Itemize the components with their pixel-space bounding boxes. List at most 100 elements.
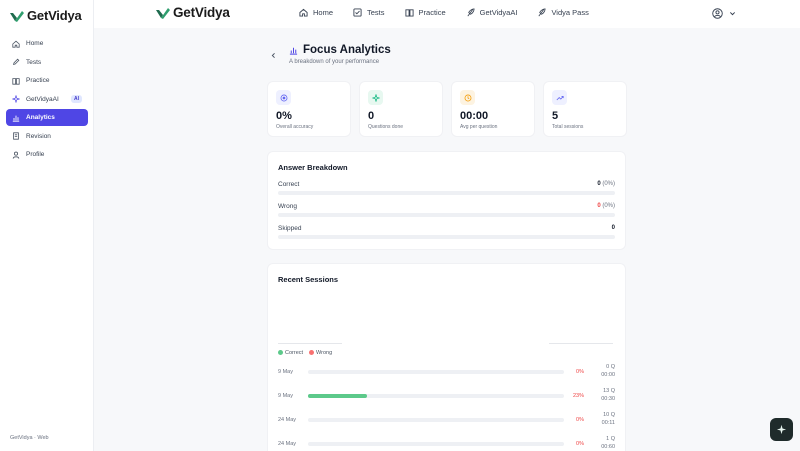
answer-breakdown-card: Answer Breakdown Correct 0 (0%) Wrong 0 … xyxy=(267,151,626,250)
legend-wrong: Wrong xyxy=(309,350,332,356)
card-title: Recent Sessions xyxy=(278,275,339,284)
home-icon xyxy=(11,39,20,48)
session-row[interactable]: 24 May 0% 10 Q 00:11 xyxy=(278,411,615,431)
bar-chart-icon xyxy=(11,113,20,122)
book-icon xyxy=(404,9,414,17)
topnav-home[interactable]: Home xyxy=(299,8,333,17)
stat-label: Questions done xyxy=(368,124,404,130)
page-title: Focus Analytics xyxy=(303,44,391,56)
topnav-label: Practice xyxy=(418,8,446,17)
session-bar xyxy=(308,442,564,446)
session-row[interactable]: 24 May 0% 1 Q 00:60 xyxy=(278,435,615,451)
stat-card-accuracy: 0% Overall accuracy xyxy=(267,81,351,137)
top-nav-links: Home Tests Practice GetVidyaAI Vidya Pas… xyxy=(299,8,609,17)
stat-value: 5 xyxy=(552,110,559,122)
user-icon xyxy=(11,150,20,159)
user-menu[interactable] xyxy=(712,8,736,19)
session-bar-fill xyxy=(308,394,367,398)
back-button[interactable] xyxy=(270,51,277,61)
stat-label: Avg per question xyxy=(460,124,498,130)
session-row[interactable]: 9 May 0% 0 Q 00:00 xyxy=(278,363,615,383)
session-questions: 1 Q xyxy=(606,436,615,442)
top-navbar: GetVidya Home Tests Practice GetVidyaAI … xyxy=(94,0,800,28)
sparkle-icon xyxy=(11,95,20,104)
stat-value: 0 xyxy=(368,110,375,122)
session-date: 9 May xyxy=(278,369,293,375)
session-meta: 0 Q 00:00 xyxy=(585,364,615,379)
session-pct: 0% xyxy=(576,369,584,375)
stat-card-questions: 0 Questions done xyxy=(359,81,443,137)
divider xyxy=(549,343,613,344)
breakdown-row-wrong: Wrong 0 (0%) xyxy=(278,203,615,223)
sidebar-item-home[interactable]: Home xyxy=(6,35,88,52)
breakdown-pct: (0%) xyxy=(602,203,615,209)
topnav-vidya-pass[interactable]: Vidya Pass xyxy=(537,8,589,17)
topnav-getvidyaai[interactable]: GetVidyaAI xyxy=(466,8,517,17)
stat-label: Overall accuracy xyxy=(276,124,314,130)
session-meta: 10 Q 00:11 xyxy=(585,412,615,427)
page-header: Focus Analytics xyxy=(289,44,391,56)
breakdown-label: Wrong xyxy=(278,203,298,210)
breakdown-label: Correct xyxy=(278,181,300,188)
topnav-tests[interactable]: Tests xyxy=(353,8,385,17)
breakdown-bar xyxy=(278,235,615,239)
sidebar-item-getvidyaai[interactable]: GetVidyaAI AI xyxy=(6,91,88,108)
checklist-icon xyxy=(353,8,362,17)
sidebar-item-profile[interactable]: Profile xyxy=(6,146,88,163)
trend-icon xyxy=(552,90,567,105)
topnav-label: Vidya Pass xyxy=(551,8,589,17)
page-subtitle: A breakdown of your performance xyxy=(289,59,380,65)
breakdown-row-skipped: Skipped 0 xyxy=(278,225,615,245)
breakdown-bar xyxy=(278,213,615,217)
recent-sessions-card: Recent Sessions Correct Wrong 9 May 0% 0 Q… xyxy=(267,263,626,451)
sidebar-footer: GetVidya · Web xyxy=(10,435,49,441)
ai-assistant-button[interactable] xyxy=(770,418,793,441)
sidebar-item-label: Revision xyxy=(26,132,51,140)
sidebar-item-label: Home xyxy=(26,40,44,47)
logo-icon xyxy=(10,10,24,22)
divider xyxy=(278,343,342,344)
clock-icon xyxy=(460,90,475,105)
document-icon xyxy=(11,132,20,141)
feather-icon xyxy=(538,8,546,17)
sidebar-item-label: Analytics xyxy=(26,114,55,121)
ai-badge: AI xyxy=(71,95,82,103)
session-meta: 1 Q 00:60 xyxy=(585,436,615,451)
sidebar-nav: Home Tests Practice GetVidyaAI AI Analyt… xyxy=(6,35,88,165)
session-time: 00:30 xyxy=(601,395,615,402)
sidebar-logo[interactable]: GetVidya xyxy=(10,8,82,23)
user-circle-icon xyxy=(712,8,723,19)
stat-card-avg-time: 00:00 Avg per question xyxy=(451,81,535,137)
legend-correct: Correct xyxy=(278,350,303,356)
logo-icon xyxy=(156,7,170,19)
feather-icon xyxy=(467,8,475,17)
session-date: 24 May xyxy=(278,441,297,447)
breakdown-count: 0 xyxy=(611,225,615,231)
breakdown-bar xyxy=(278,191,615,195)
topnav-practice[interactable]: Practice xyxy=(404,8,446,17)
sidebar-item-analytics[interactable]: Analytics xyxy=(6,109,88,126)
session-pct: 0% xyxy=(576,441,584,447)
book-icon xyxy=(11,76,20,85)
sparkle-icon xyxy=(368,90,383,105)
sidebar-item-practice[interactable]: Practice xyxy=(6,72,88,89)
sidebar-item-tests[interactable]: Tests xyxy=(6,54,88,71)
breakdown-value: 0 xyxy=(612,225,615,231)
breakdown-label: Skipped xyxy=(278,225,302,232)
top-logo[interactable]: GetVidya xyxy=(156,5,230,20)
session-time: 00:60 xyxy=(601,443,615,450)
session-row[interactable]: 9 May 23% 13 Q 00:30 xyxy=(278,387,615,407)
session-date: 9 May xyxy=(278,393,293,399)
session-date: 24 May xyxy=(278,417,297,423)
sidebar-item-label: Practice xyxy=(26,77,50,84)
sidebar-item-label: GetVidyaAI xyxy=(26,95,59,103)
sparkle-icon xyxy=(776,424,787,435)
session-time: 00:11 xyxy=(601,419,615,426)
breakdown-row-correct: Correct 0 (0%) xyxy=(278,181,615,201)
home-icon xyxy=(299,8,308,17)
session-bar xyxy=(308,370,564,374)
bar-chart-icon xyxy=(289,47,298,55)
sidebar-item-revision[interactable]: Revision xyxy=(6,128,88,145)
session-pct: 23% xyxy=(572,393,584,399)
topnav-label: Home xyxy=(313,8,334,17)
